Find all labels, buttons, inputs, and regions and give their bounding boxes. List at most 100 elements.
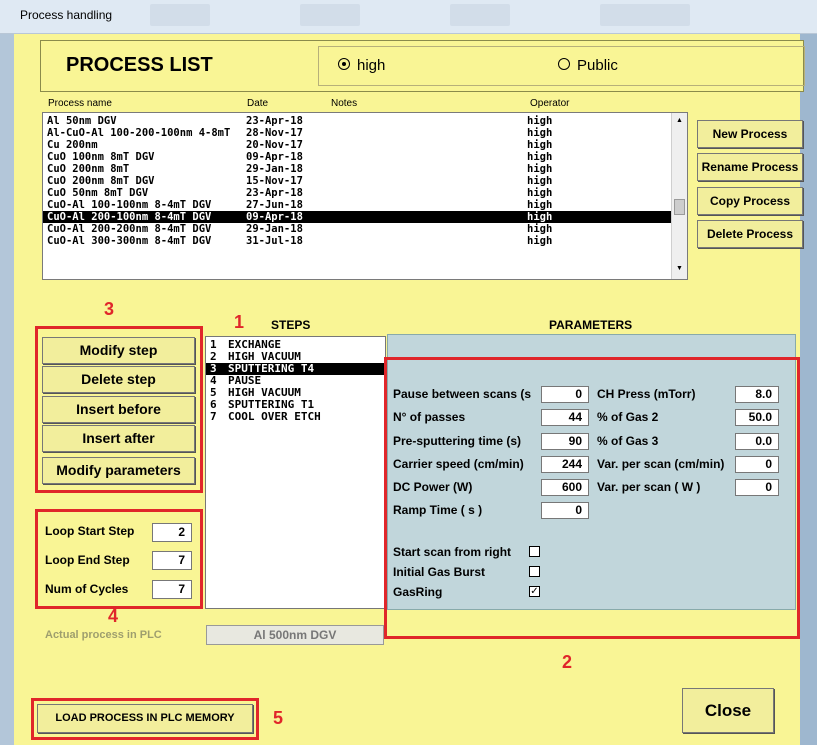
process-name-cell: CuO-Al 200-200nm 8-4mT DGV (47, 223, 212, 235)
param-label: Ramp Time ( s ) (393, 503, 483, 517)
param-label: % of Gas 2 (597, 410, 659, 424)
checkbox[interactable] (529, 546, 540, 557)
left-border (0, 34, 14, 745)
process-row[interactable]: CuO 200nm 8mT 29-Jan-18 high (43, 163, 671, 175)
checkbox[interactable] (529, 566, 540, 577)
param-field[interactable]: 0 (541, 386, 589, 403)
background-ghost (450, 4, 510, 26)
process-date-cell: 09-Apr-18 (246, 151, 303, 163)
process-row[interactable]: CuO 200nm 8mT DGV 15-Nov-17 high (43, 175, 671, 187)
process-date-cell: 09-Apr-18 (246, 211, 303, 223)
process-row[interactable]: Al-CuO-Al 100-200-100nm 4-8mT 28-Nov-17 hi… (43, 127, 671, 139)
process-name-cell: CuO 200nm 8mT (47, 163, 130, 175)
modify-parameters-button[interactable]: Modify parameters (42, 457, 195, 484)
plc-process-label: Actual process in PLC (45, 629, 162, 641)
param-label: Var. per scan ( W ) (597, 480, 701, 494)
process-date-cell: 15-Nov-17 (246, 175, 303, 187)
copy-process-button[interactable]: Copy Process (697, 187, 803, 215)
process-list-scrollbar[interactable]: ▲ ▼ (671, 113, 687, 279)
process-row[interactable]: CuO-Al 100-100nm 8-4mT DGV 27-Jun-18 high (43, 199, 671, 211)
param-field[interactable]: 0 (735, 479, 779, 496)
title-bar: Process handling (0, 0, 817, 34)
process-row[interactable]: Al 50nm DGV 23-Apr-18 high (43, 115, 671, 127)
annotation-3: 3 (104, 299, 115, 319)
process-operator-cell: high (527, 235, 553, 247)
step-item[interactable]: 7 COOL OVER ETCH (206, 411, 387, 423)
new-process-button[interactable]: New Process (697, 120, 803, 148)
process-row[interactable]: CuO-Al 300-300nm 8-4mT DGV 31-Jul-18 high (43, 235, 671, 247)
process-operator-cell: high (527, 115, 553, 127)
process-row[interactable]: Cu 200nm 20-Nov-17 high (43, 139, 671, 151)
radio-unselected-icon (558, 58, 570, 70)
param-field[interactable]: 44 (541, 409, 589, 426)
param-check-label: Start scan from right (393, 545, 512, 559)
process-date-cell: 27-Jun-18 (246, 199, 303, 211)
process-name-cell: CuO-Al 300-300nm 8-4mT DGV (47, 235, 212, 247)
process-operator-cell: high (527, 223, 553, 235)
process-operator-cell: high (527, 187, 553, 199)
process-name-cell: CuO-Al 200-100nm 8-4mT DGV (47, 211, 212, 223)
modify-step-button[interactable]: Modify step (42, 337, 195, 364)
checkbox-checked[interactable]: ✓ (529, 586, 540, 597)
param-label: DC Power (W) (393, 480, 473, 494)
param-field[interactable]: 90 (541, 433, 589, 450)
param-field[interactable]: 0 (735, 456, 779, 473)
process-name-cell: Cu 200nm (47, 139, 98, 151)
scroll-up-icon[interactable]: ▲ (676, 117, 683, 124)
num-cycles-field[interactable]: 7 (152, 580, 192, 599)
param-check-label: GasRing (393, 585, 443, 599)
background-ghost (600, 4, 690, 26)
rename-process-button[interactable]: Rename Process (697, 153, 803, 181)
radio-high[interactable]: high (338, 57, 385, 74)
process-date-cell: 29-Jan-18 (246, 223, 303, 235)
delete-step-button[interactable]: Delete step (42, 366, 195, 393)
param-label: CH Press (mTorr) (597, 387, 696, 401)
insert-before-button[interactable]: Insert before (42, 396, 195, 423)
process-operator-cell: high (527, 139, 553, 151)
radio-public-label: Public (577, 57, 618, 74)
process-row[interactable]: CuO 50nm 8mT DGV 23-Apr-18 high (43, 187, 671, 199)
steps-list[interactable]: 1 EXCHANGE 2 HIGH VACUUM 3 SPUTTERING T4 4 PAUS… (205, 336, 387, 609)
window-title: Process handling (20, 8, 113, 22)
param-field[interactable]: 8.0 (735, 386, 779, 403)
param-field[interactable]: 600 (541, 479, 589, 496)
param-label: % of Gas 3 (597, 434, 659, 448)
radio-public[interactable]: Public (558, 57, 618, 74)
process-name-cell: CuO 50nm 8mT DGV (47, 187, 149, 199)
process-operator-cell: high (527, 127, 553, 139)
param-label: Pre-sputtering time (s) (393, 434, 522, 448)
param-label: N° of passes (393, 410, 466, 424)
process-name-cell: CuO 100nm 8mT DGV (47, 151, 155, 163)
insert-after-button[interactable]: Insert after (42, 425, 195, 452)
loop-start-field[interactable]: 2 (152, 523, 192, 542)
annotation-4: 4 (108, 606, 119, 626)
process-row[interactable]: CuO-Al 200-100nm 8-4mT DGV 09-Apr-18 high (43, 211, 671, 223)
close-button[interactable]: Close (682, 688, 774, 733)
param-field[interactable]: 50.0 (735, 409, 779, 426)
param-field[interactable]: 0.0 (735, 433, 779, 450)
delete-process-button[interactable]: Delete Process (697, 220, 803, 248)
param-label: Pause between scans (s (393, 387, 532, 401)
annotation-2: 2 (562, 652, 573, 672)
loop-end-field[interactable]: 7 (152, 551, 192, 570)
param-label: Var. per scan (cm/min) (597, 457, 725, 471)
process-name-cell: CuO 200nm 8mT DGV (47, 175, 155, 187)
column-header-name: Process name (48, 98, 112, 109)
process-date-cell: 23-Apr-18 (246, 115, 303, 127)
process-operator-cell: high (527, 163, 553, 175)
background-ghost (300, 4, 360, 26)
process-row[interactable]: CuO-Al 200-200nm 8-4mT DGV 29-Jan-18 high (43, 223, 671, 235)
process-operator-cell: high (527, 175, 553, 187)
background-ghost (150, 4, 210, 26)
param-check-label: Initial Gas Burst (393, 565, 486, 579)
param-field[interactable]: 244 (541, 456, 589, 473)
process-list[interactable]: Al 50nm DGV 23-Apr-18 high Al-CuO-Al 100-20… (42, 112, 688, 280)
param-field[interactable]: 0 (541, 502, 589, 519)
scroll-down-icon[interactable]: ▼ (676, 265, 683, 272)
param-label: Carrier speed (cm/min) (393, 457, 524, 471)
load-process-button[interactable]: LOAD PROCESS IN PLC MEMORY (37, 704, 253, 733)
process-row[interactable]: CuO 100nm 8mT DGV 09-Apr-18 high (43, 151, 671, 163)
process-date-cell: 29-Jan-18 (246, 163, 303, 175)
scroll-thumb[interactable] (674, 199, 685, 215)
column-header-notes: Notes (331, 98, 358, 109)
